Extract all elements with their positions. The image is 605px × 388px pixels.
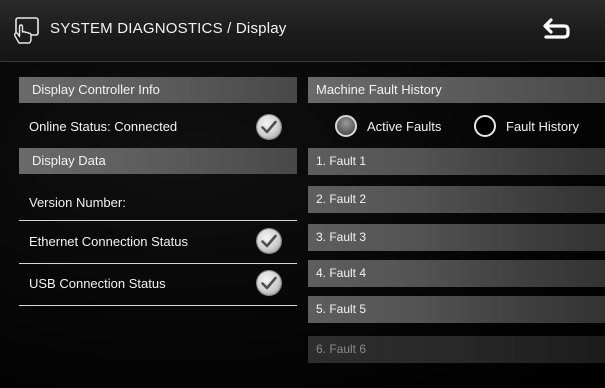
ethernet-status-check-icon: [257, 229, 281, 253]
fault-list-item[interactable]: 5. Fault 5: [308, 296, 605, 323]
online-status-label: Online Status: Connected: [29, 119, 178, 134]
online-status-row: Online Status: Connected: [19, 115, 297, 139]
display-controller-info-header: Display Controller Info: [19, 77, 297, 103]
row-divider: [19, 305, 297, 306]
fault-list-item[interactable]: 6. Fault 6: [308, 336, 605, 363]
version-number-label: Version Number:: [29, 195, 126, 210]
row-divider: [19, 220, 297, 221]
display-data-header: Display Data: [19, 148, 297, 174]
online-status-check-icon: [257, 115, 281, 139]
usb-status-row: USB Connection Status: [19, 271, 297, 295]
active-faults-label[interactable]: Active Faults: [367, 119, 441, 134]
fault-history-radio[interactable]: [474, 115, 496, 137]
touch-panel-icon: [10, 16, 40, 44]
back-button[interactable]: [538, 14, 574, 46]
header-bar: SYSTEM DIAGNOSTICS / Display: [0, 0, 605, 62]
fault-list-item[interactable]: 2. Fault 2: [308, 186, 605, 213]
fault-list-item[interactable]: 4. Fault 4: [308, 260, 605, 287]
return-arrow-icon: [543, 18, 570, 39]
fault-history-label[interactable]: Fault History: [506, 119, 579, 134]
version-number-row: Version Number:: [19, 193, 297, 213]
fault-list-item[interactable]: 3. Fault 3: [308, 224, 605, 251]
usb-status-label: USB Connection Status: [29, 276, 166, 291]
active-faults-radio[interactable]: [335, 115, 357, 137]
fault-list-item[interactable]: 1. Fault 1: [308, 148, 605, 175]
ethernet-status-row: Ethernet Connection Status: [19, 229, 297, 253]
machine-fault-history-header: Machine Fault History: [308, 77, 605, 103]
ethernet-status-label: Ethernet Connection Status: [29, 234, 188, 249]
row-divider: [19, 263, 297, 264]
diagnostics-screen: SYSTEM DIAGNOSTICS / Display Display Con…: [0, 0, 605, 388]
page-title: SYSTEM DIAGNOSTICS / Display: [50, 20, 287, 37]
usb-status-check-icon: [257, 271, 281, 295]
